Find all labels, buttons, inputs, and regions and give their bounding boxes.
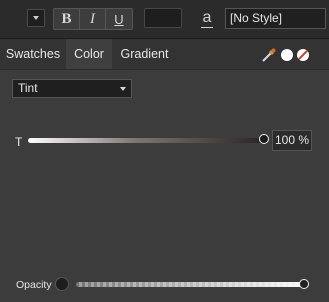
text-color-well[interactable] bbox=[144, 8, 182, 28]
toolbar-dropdown[interactable] bbox=[27, 9, 45, 27]
tint-label: T bbox=[15, 135, 23, 149]
bold-button[interactable]: B bbox=[54, 9, 80, 29]
underline-button[interactable]: U bbox=[106, 9, 132, 29]
eyedropper-icon[interactable] bbox=[261, 47, 277, 63]
context-toolbar: B I U a [No Style] bbox=[0, 0, 329, 39]
italic-button[interactable]: I bbox=[80, 9, 106, 29]
opacity-slider[interactable] bbox=[76, 282, 304, 287]
none-swatch-icon[interactable] bbox=[297, 49, 309, 61]
opacity-label: Opacity bbox=[16, 279, 52, 291]
text-format-group: B I U bbox=[53, 8, 133, 30]
color-panel: Swatches Color Gradient Tint T 100 % Opa… bbox=[0, 39, 329, 302]
panel-tabs: Swatches Color Gradient bbox=[0, 39, 329, 70]
opacity-slider-thumb[interactable] bbox=[299, 279, 309, 289]
chevron-down-icon bbox=[120, 87, 126, 91]
paragraph-style-select[interactable]: [No Style] bbox=[225, 8, 326, 29]
white-swatch-icon[interactable] bbox=[281, 49, 293, 61]
opacity-color-swatch[interactable] bbox=[55, 277, 69, 291]
tab-swatches[interactable]: Swatches bbox=[0, 39, 66, 69]
tint-slider[interactable] bbox=[28, 138, 264, 143]
color-mode-value: Tint bbox=[18, 81, 38, 95]
tab-gradient[interactable]: Gradient bbox=[112, 39, 177, 69]
tint-value-field[interactable]: 100 % bbox=[272, 130, 312, 151]
color-mode-select[interactable]: Tint bbox=[12, 79, 132, 98]
tab-color[interactable]: Color bbox=[66, 39, 112, 69]
character-style-icon[interactable]: a bbox=[200, 9, 214, 29]
tint-slider-thumb[interactable] bbox=[259, 134, 269, 144]
